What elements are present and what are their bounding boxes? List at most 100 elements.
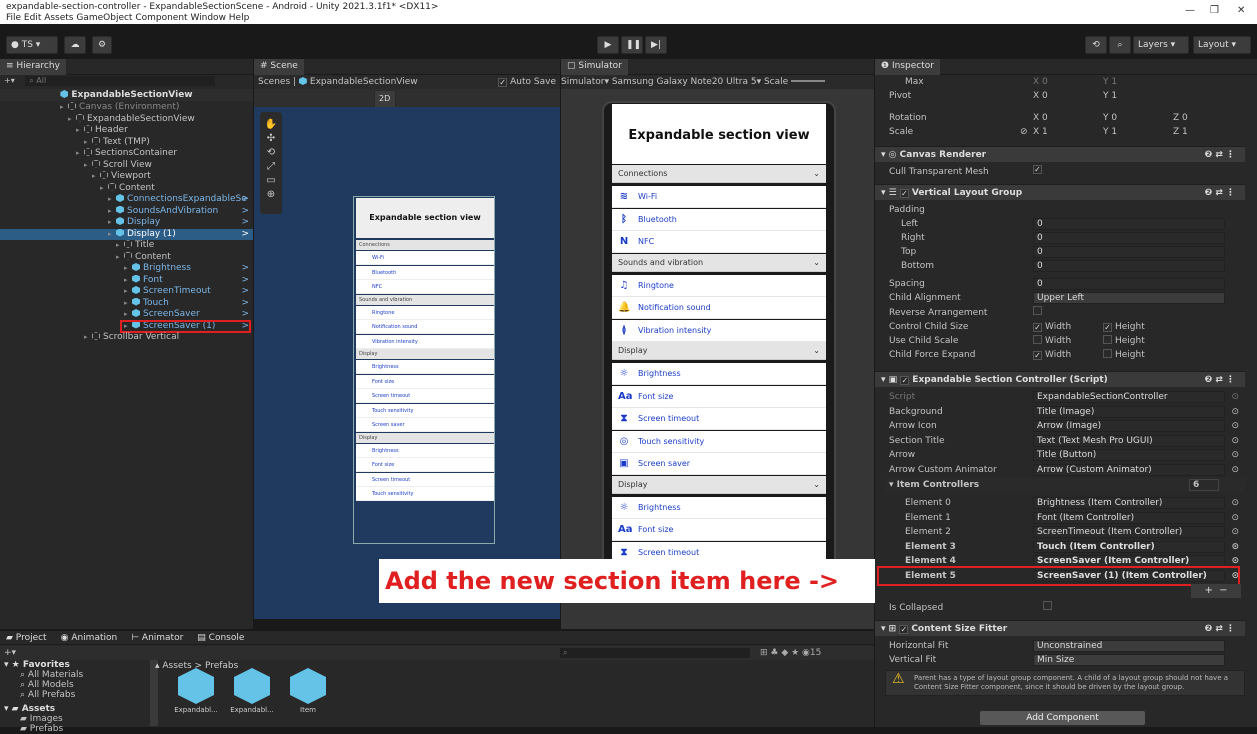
open-prefab-icon[interactable]: >: [241, 286, 249, 297]
hierarchy-row[interactable]: ▸ Brightness >: [0, 263, 253, 274]
favorites-label[interactable]: ▾ ★ Favorites: [4, 660, 150, 670]
pad-top-input[interactable]: 0: [1033, 246, 1225, 258]
object-picker-icon[interactable]: ⊙: [1231, 525, 1239, 539]
fav-all-prefabs[interactable]: ⌕ All Prefabs: [4, 690, 150, 700]
hierarchy-row[interactable]: ▸ Canvas (Environment): [0, 102, 253, 113]
object-picker-icon[interactable]: ⊙: [1231, 405, 1239, 419]
vlg-header[interactable]: ▾ ☰ ✓ Vertical Layout Group ❷ ⇄ ⋮: [875, 184, 1245, 200]
expand-width-checkbox[interactable]: ✓: [1033, 351, 1042, 360]
expand-arrow-icon[interactable]: ▸: [76, 148, 84, 159]
open-prefab-icon[interactable]: >: [241, 298, 249, 309]
project-search-input[interactable]: ⌕: [560, 648, 750, 658]
hierarchy-row[interactable]: ▸ Scroll View: [0, 159, 253, 171]
tab-console[interactable]: ▤ Console: [197, 633, 244, 643]
hierarchy-row[interactable]: ▸ SoundsAndVibration >: [0, 205, 253, 217]
phone-section-header[interactable]: Display ⌄: [612, 342, 826, 360]
expand-height-checkbox[interactable]: [1103, 349, 1112, 358]
phone-item[interactable]: ▣ Screen saver: [612, 453, 826, 475]
object-field[interactable]: Text (Text Mesh Pro UGUI): [1033, 434, 1225, 447]
reverse-checkbox[interactable]: [1033, 306, 1042, 315]
item-controllers-row[interactable]: ▾ Item Controllers 6: [885, 478, 1245, 492]
account-button[interactable]: ● TS ▾: [6, 36, 58, 54]
open-prefab-icon[interactable]: >: [241, 217, 249, 228]
object-picker-icon[interactable]: ⊙: [1231, 511, 1239, 525]
device-dropdown[interactable]: Samsung Galaxy Note20 Ultra 5: [612, 77, 757, 87]
expand-arrow-icon[interactable]: ▸: [84, 332, 92, 343]
hierarchy-row[interactable]: ▸ ExpandableSectionView: [0, 113, 253, 125]
phone-section-header[interactable]: Sounds and vibration ⌄: [612, 253, 826, 272]
prefab-asset[interactable]: Expandabl...: [226, 668, 278, 720]
hierarchy-row[interactable]: ▸ ScreenSaver (1) >: [0, 319, 253, 333]
object-picker-icon[interactable]: ⊙: [1231, 463, 1239, 477]
expand-arrow-icon[interactable]: ▸: [116, 252, 124, 263]
step-icon[interactable]: ▶|: [645, 36, 667, 54]
hierarchy-row[interactable]: ▸ ScreenSaver >: [0, 309, 253, 320]
prefab-asset[interactable]: Item: [282, 668, 334, 720]
hierarchy-row[interactable]: ▸ Touch >: [0, 297, 253, 309]
open-prefab-icon[interactable]: >: [241, 309, 249, 320]
hierarchy-row[interactable]: ▸ SectionsContainer: [0, 148, 253, 159]
expand-arrow-icon[interactable]: ▸: [108, 229, 116, 240]
object-picker-icon[interactable]: ⊙: [1231, 390, 1239, 404]
filter-icons[interactable]: ⊞ ♣ ◆ ★ ◉15: [760, 646, 821, 660]
tab-project[interactable]: ▰ Project: [6, 633, 47, 643]
expand-arrow-icon[interactable]: ▸: [76, 125, 84, 136]
menu-bar[interactable]: File Edit Assets GameObject Component Wi…: [6, 13, 249, 23]
scale-width-checkbox[interactable]: [1033, 335, 1042, 344]
object-field[interactable]: ExpandableSectionController: [1033, 391, 1225, 403]
folder-prefabs[interactable]: ▰ Prefabs: [4, 724, 150, 734]
minimize-icon[interactable]: —: [1185, 5, 1195, 16]
mode-2d-button[interactable]: 2D: [374, 90, 396, 108]
open-prefab-icon[interactable]: >: [241, 194, 249, 205]
search-icon[interactable]: ⌕: [1109, 36, 1131, 54]
hierarchy-row[interactable]: ▸ Display (1) >: [0, 228, 253, 240]
expand-arrow-icon[interactable]: ▸: [68, 114, 76, 125]
breadcrumb-prefab[interactable]: ExpandableSectionView: [310, 77, 418, 87]
tab-hierarchy[interactable]: ≡ Hierarchy: [0, 59, 66, 75]
hierarchy-row[interactable]: ▸ Title: [0, 240, 253, 251]
object-picker-icon[interactable]: ⊙: [1231, 434, 1239, 448]
element-object-field[interactable]: ScreenTimeout (Item Controller): [1033, 526, 1225, 538]
expand-arrow-icon[interactable]: ▸: [124, 298, 132, 309]
hierarchy-row[interactable]: ▸ Display >: [0, 217, 253, 228]
phone-item[interactable]: ᛒ Bluetooth: [612, 208, 826, 231]
maximize-icon[interactable]: ❐: [1210, 5, 1219, 16]
hierarchy-row[interactable]: ▸ Font >: [0, 274, 253, 286]
hierarchy-row[interactable]: ▸ Viewport: [0, 171, 253, 182]
phone-item[interactable]: ♫ Ringtone: [612, 274, 826, 297]
expand-arrow-icon[interactable]: ▸: [100, 183, 108, 194]
pad-left-input[interactable]: 0: [1033, 218, 1225, 230]
object-picker-icon[interactable]: ⊙: [1231, 448, 1239, 462]
phone-item[interactable]: ≋ Wi-Fi: [612, 186, 826, 208]
expand-arrow-icon[interactable]: ▸: [124, 275, 132, 286]
expand-arrow-icon[interactable]: ▸: [84, 137, 92, 148]
simulator-mode-dropdown[interactable]: Simulator: [561, 77, 604, 87]
pad-bottom-input[interactable]: 0: [1033, 260, 1225, 272]
breadcrumb-scenes[interactable]: Scenes: [258, 77, 290, 87]
collab-icon[interactable]: ⚙: [92, 36, 112, 54]
phone-item[interactable]: Aa Font size: [612, 519, 826, 541]
element-object-field[interactable]: Touch (Item Controller): [1033, 540, 1225, 553]
tab-simulator[interactable]: ▢ Simulator: [561, 59, 628, 75]
add-icon[interactable]: +▾: [4, 76, 15, 85]
tab-animator[interactable]: ⊢ Animator: [131, 633, 183, 643]
is-collapsed-checkbox[interactable]: [1043, 601, 1052, 610]
phone-item[interactable]: ☼ Brightness: [612, 496, 826, 519]
phone-item[interactable]: ◎ Touch sensitivity: [612, 430, 826, 453]
prefab-asset[interactable]: Expandabl...: [170, 668, 222, 720]
child-alignment-dropdown[interactable]: Upper Left: [1033, 292, 1225, 304]
pause-icon[interactable]: ❚❚: [621, 36, 643, 54]
layout-dropdown[interactable]: Layout ▾: [1193, 36, 1251, 54]
open-prefab-icon[interactable]: >: [241, 263, 249, 274]
element-object-field[interactable]: Font (Item Controller): [1033, 511, 1225, 524]
h-fit-dropdown[interactable]: Unconstrained: [1033, 640, 1225, 652]
expand-arrow-icon[interactable]: ▸: [92, 171, 100, 182]
expand-arrow-icon[interactable]: ▸: [84, 160, 92, 171]
object-field[interactable]: Title (Button): [1033, 449, 1225, 461]
canvas-renderer-header[interactable]: ▾ ◎ Canvas Renderer ❷ ⇄ ⋮: [875, 146, 1245, 162]
object-field[interactable]: Title (Image): [1033, 405, 1225, 418]
expand-arrow-icon[interactable]: ▸: [60, 102, 68, 113]
spacing-input[interactable]: 0: [1033, 278, 1225, 290]
phone-item[interactable]: ≬ Vibration intensity: [612, 319, 826, 342]
folder-images[interactable]: ▰ Images: [4, 714, 150, 724]
